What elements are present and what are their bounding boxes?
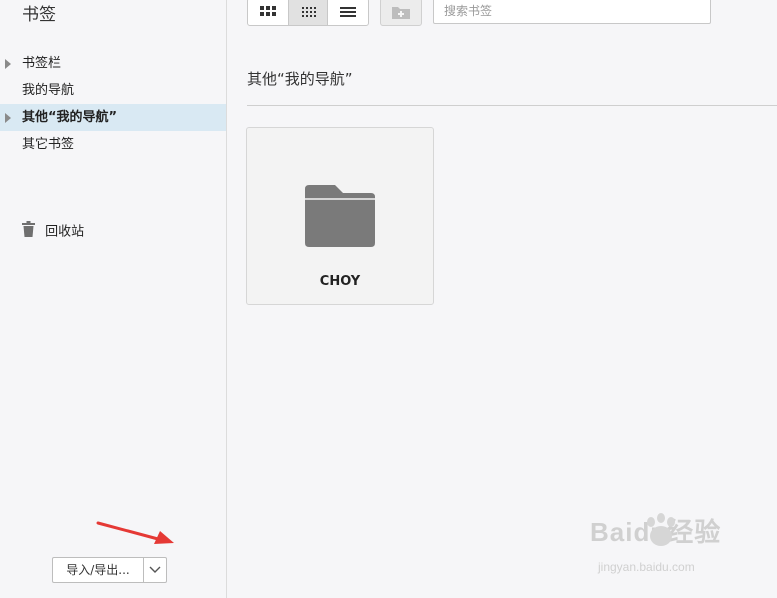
bookmarks-manager: 书签 书签栏 我的导航 其他“我的导航” 其它书签 回收站 导入/导出... 搜… xyxy=(0,0,777,598)
tree-item-label: 书签栏 xyxy=(22,56,62,71)
new-folder-button[interactable] xyxy=(380,0,422,26)
search-input[interactable] xyxy=(433,0,711,24)
tree-item-label: 我的导航 xyxy=(22,83,75,98)
tree-item-label: 其他“我的导航” xyxy=(22,110,118,125)
view-small-grid-button[interactable] xyxy=(288,0,328,25)
recycle-bin-item[interactable]: 回收站 xyxy=(22,221,84,241)
list-icon xyxy=(340,7,356,17)
sidebar: 书签 书签栏 我的导航 其他“我的导航” 其它书签 回收站 导入/导出... xyxy=(0,0,227,598)
tree-item-label: 其它书签 xyxy=(22,137,75,152)
folder-tree: 书签栏 我的导航 其他“我的导航” 其它书签 xyxy=(0,50,226,158)
tree-item-other-bookmarks[interactable]: 其它书签 xyxy=(0,131,226,158)
view-list-button[interactable] xyxy=(328,0,368,25)
sidebar-title: 书签 xyxy=(22,5,56,25)
watermark-url: jingyan.baidu.com xyxy=(598,560,695,574)
import-export-button[interactable]: 导入/导出... xyxy=(52,557,144,583)
large-grid-icon xyxy=(260,6,276,16)
view-mode-toggle xyxy=(247,0,369,26)
tree-item-my-nav[interactable]: 我的导航 xyxy=(0,77,226,104)
paw-icon xyxy=(647,513,675,546)
view-large-grid-button[interactable] xyxy=(248,0,288,25)
chevron-down-icon xyxy=(149,566,161,573)
folder-tile[interactable]: CHOY xyxy=(246,127,434,305)
main-content: 其他“我的导航” CHOY xyxy=(227,0,777,598)
recycle-bin-label: 回收站 xyxy=(45,224,85,240)
trash-icon xyxy=(22,221,35,244)
folder-icon xyxy=(305,185,375,247)
new-folder-icon xyxy=(392,7,410,19)
annotation-arrow-icon xyxy=(96,521,174,544)
divider xyxy=(247,105,777,106)
folder-tile-label: CHOY xyxy=(319,274,361,289)
tree-item-bookmarks-bar[interactable]: 书签栏 xyxy=(0,50,226,77)
watermark: Baidu经验 jingyan.baidu.com xyxy=(590,512,721,574)
import-export-dropdown[interactable] xyxy=(143,557,167,583)
tree-item-other-my-nav[interactable]: 其他“我的导航” xyxy=(0,104,226,131)
small-grid-icon xyxy=(302,7,316,17)
expand-arrow-icon[interactable] xyxy=(5,113,11,123)
expand-arrow-icon[interactable] xyxy=(5,59,11,69)
folder-title: 其他“我的导航” xyxy=(247,70,353,88)
